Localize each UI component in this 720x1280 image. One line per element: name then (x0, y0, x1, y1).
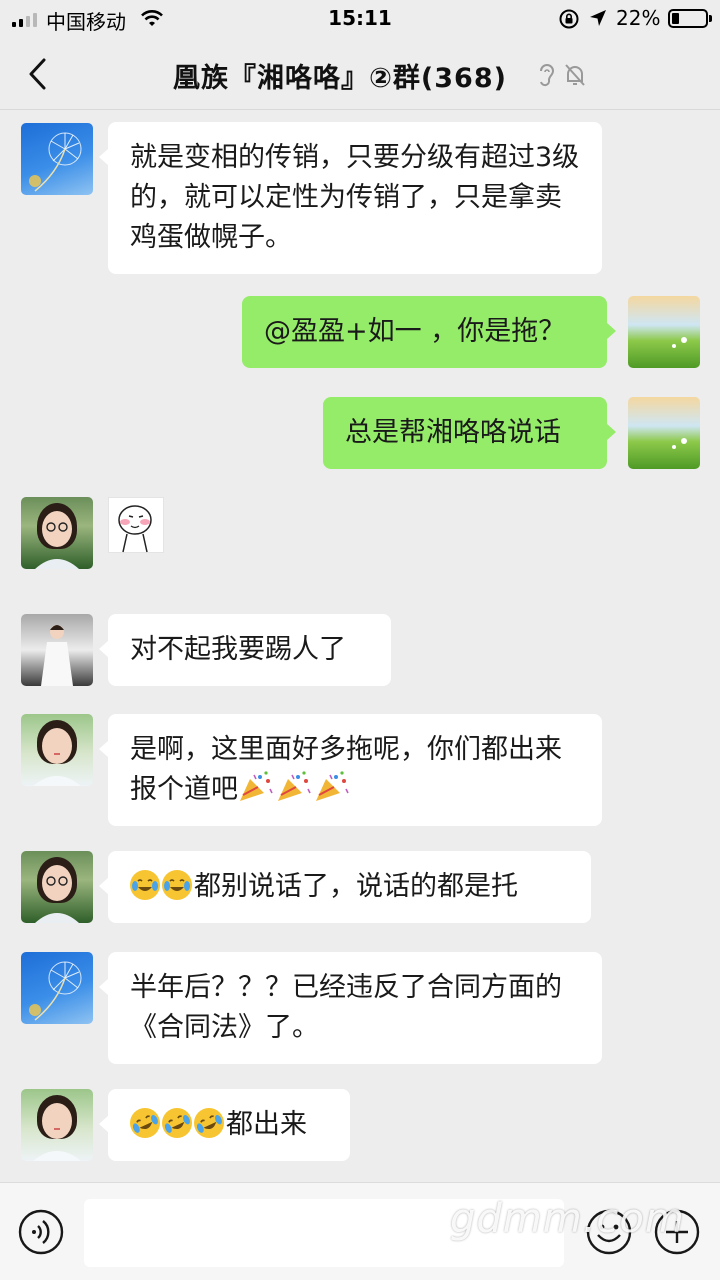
message-text: 对不起我要踢人了 (130, 634, 346, 665)
voice-icon[interactable] (18, 1209, 64, 1255)
status-bar: 中国移动 15:11 22% (0, 0, 720, 40)
message-text: 都出来 (226, 1109, 307, 1140)
rolling-laughing-emoji (194, 1108, 224, 1138)
girl-glasses-avatar[interactable] (21, 497, 93, 569)
cartoon-face-sticker[interactable] (108, 497, 164, 553)
rolling-laughing-emoji (130, 1108, 160, 1138)
message-bubble[interactable]: 是啊，这里面好多拖呢，你们都出来报个道吧 (99, 714, 602, 826)
watermark: gdmm.com (450, 1196, 685, 1242)
battery-icon (668, 9, 712, 28)
message-text: 总是帮湘咯咯说话 (345, 417, 561, 448)
party-popper-emoji (238, 771, 274, 801)
message-bubble-self[interactable]: 总是帮湘咯咯说话 (323, 397, 616, 469)
earpiece-mode-icon (540, 64, 555, 87)
green-field-avatar[interactable] (628, 296, 700, 368)
message-text: @盈盈+如一 ，你是拖？ (264, 316, 566, 347)
tears-of-joy-emoji (162, 870, 192, 900)
battery-percent: 22% (616, 6, 661, 30)
clock: 15:11 (328, 6, 392, 30)
girl-glasses-avatar[interactable] (21, 851, 93, 923)
location-arrow-icon (590, 10, 606, 26)
rolling-laughing-emoji (162, 1108, 192, 1138)
message-bubble[interactable]: 对不起我要踢人了 (99, 614, 391, 686)
message-bubble[interactable]: 半年后？？？已经违反了合同方面的《合同法》了。 (99, 952, 602, 1064)
message-text: 就是变相的传销，只要分级有超过3级的，就可以定性为传销了，只是拿卖鸡蛋做幌子。 (130, 142, 580, 253)
mute-bell-icon (565, 64, 585, 86)
message-bubble[interactable]: 都出来 (99, 1089, 350, 1161)
girl-outdoor-avatar[interactable] (21, 714, 93, 786)
party-popper-emoji (276, 771, 312, 801)
message-bubble[interactable]: 就是变相的传销，只要分级有超过3级的，就可以定性为传销了，只是拿卖鸡蛋做幌子。 (99, 122, 602, 274)
orientation-lock-icon (559, 9, 579, 29)
message-text: 都别说话了，说话的都是托 (194, 871, 518, 902)
dandelion-avatar[interactable] (21, 123, 93, 195)
chat-title[interactable]: 凰族『湘咯咯』②群(368) (0, 56, 720, 95)
green-field-avatar[interactable] (628, 397, 700, 469)
message-bubble[interactable]: 都别说话了，说话的都是托 (99, 851, 591, 923)
message-bubble-self[interactable]: @盈盈+如一 ，你是拖？ (242, 296, 616, 368)
girl-outdoor-avatar[interactable] (21, 1089, 93, 1161)
chat-header: 凰族『湘咯咯』②群(368) (0, 40, 720, 110)
tears-of-joy-emoji (130, 870, 160, 900)
dandelion-avatar[interactable] (21, 952, 93, 1024)
message-text: 半年后？？？已经违反了合同方面的《合同法》了。 (130, 972, 562, 1043)
girl-white-dress-avatar[interactable] (21, 614, 93, 686)
party-popper-emoji (314, 771, 350, 801)
